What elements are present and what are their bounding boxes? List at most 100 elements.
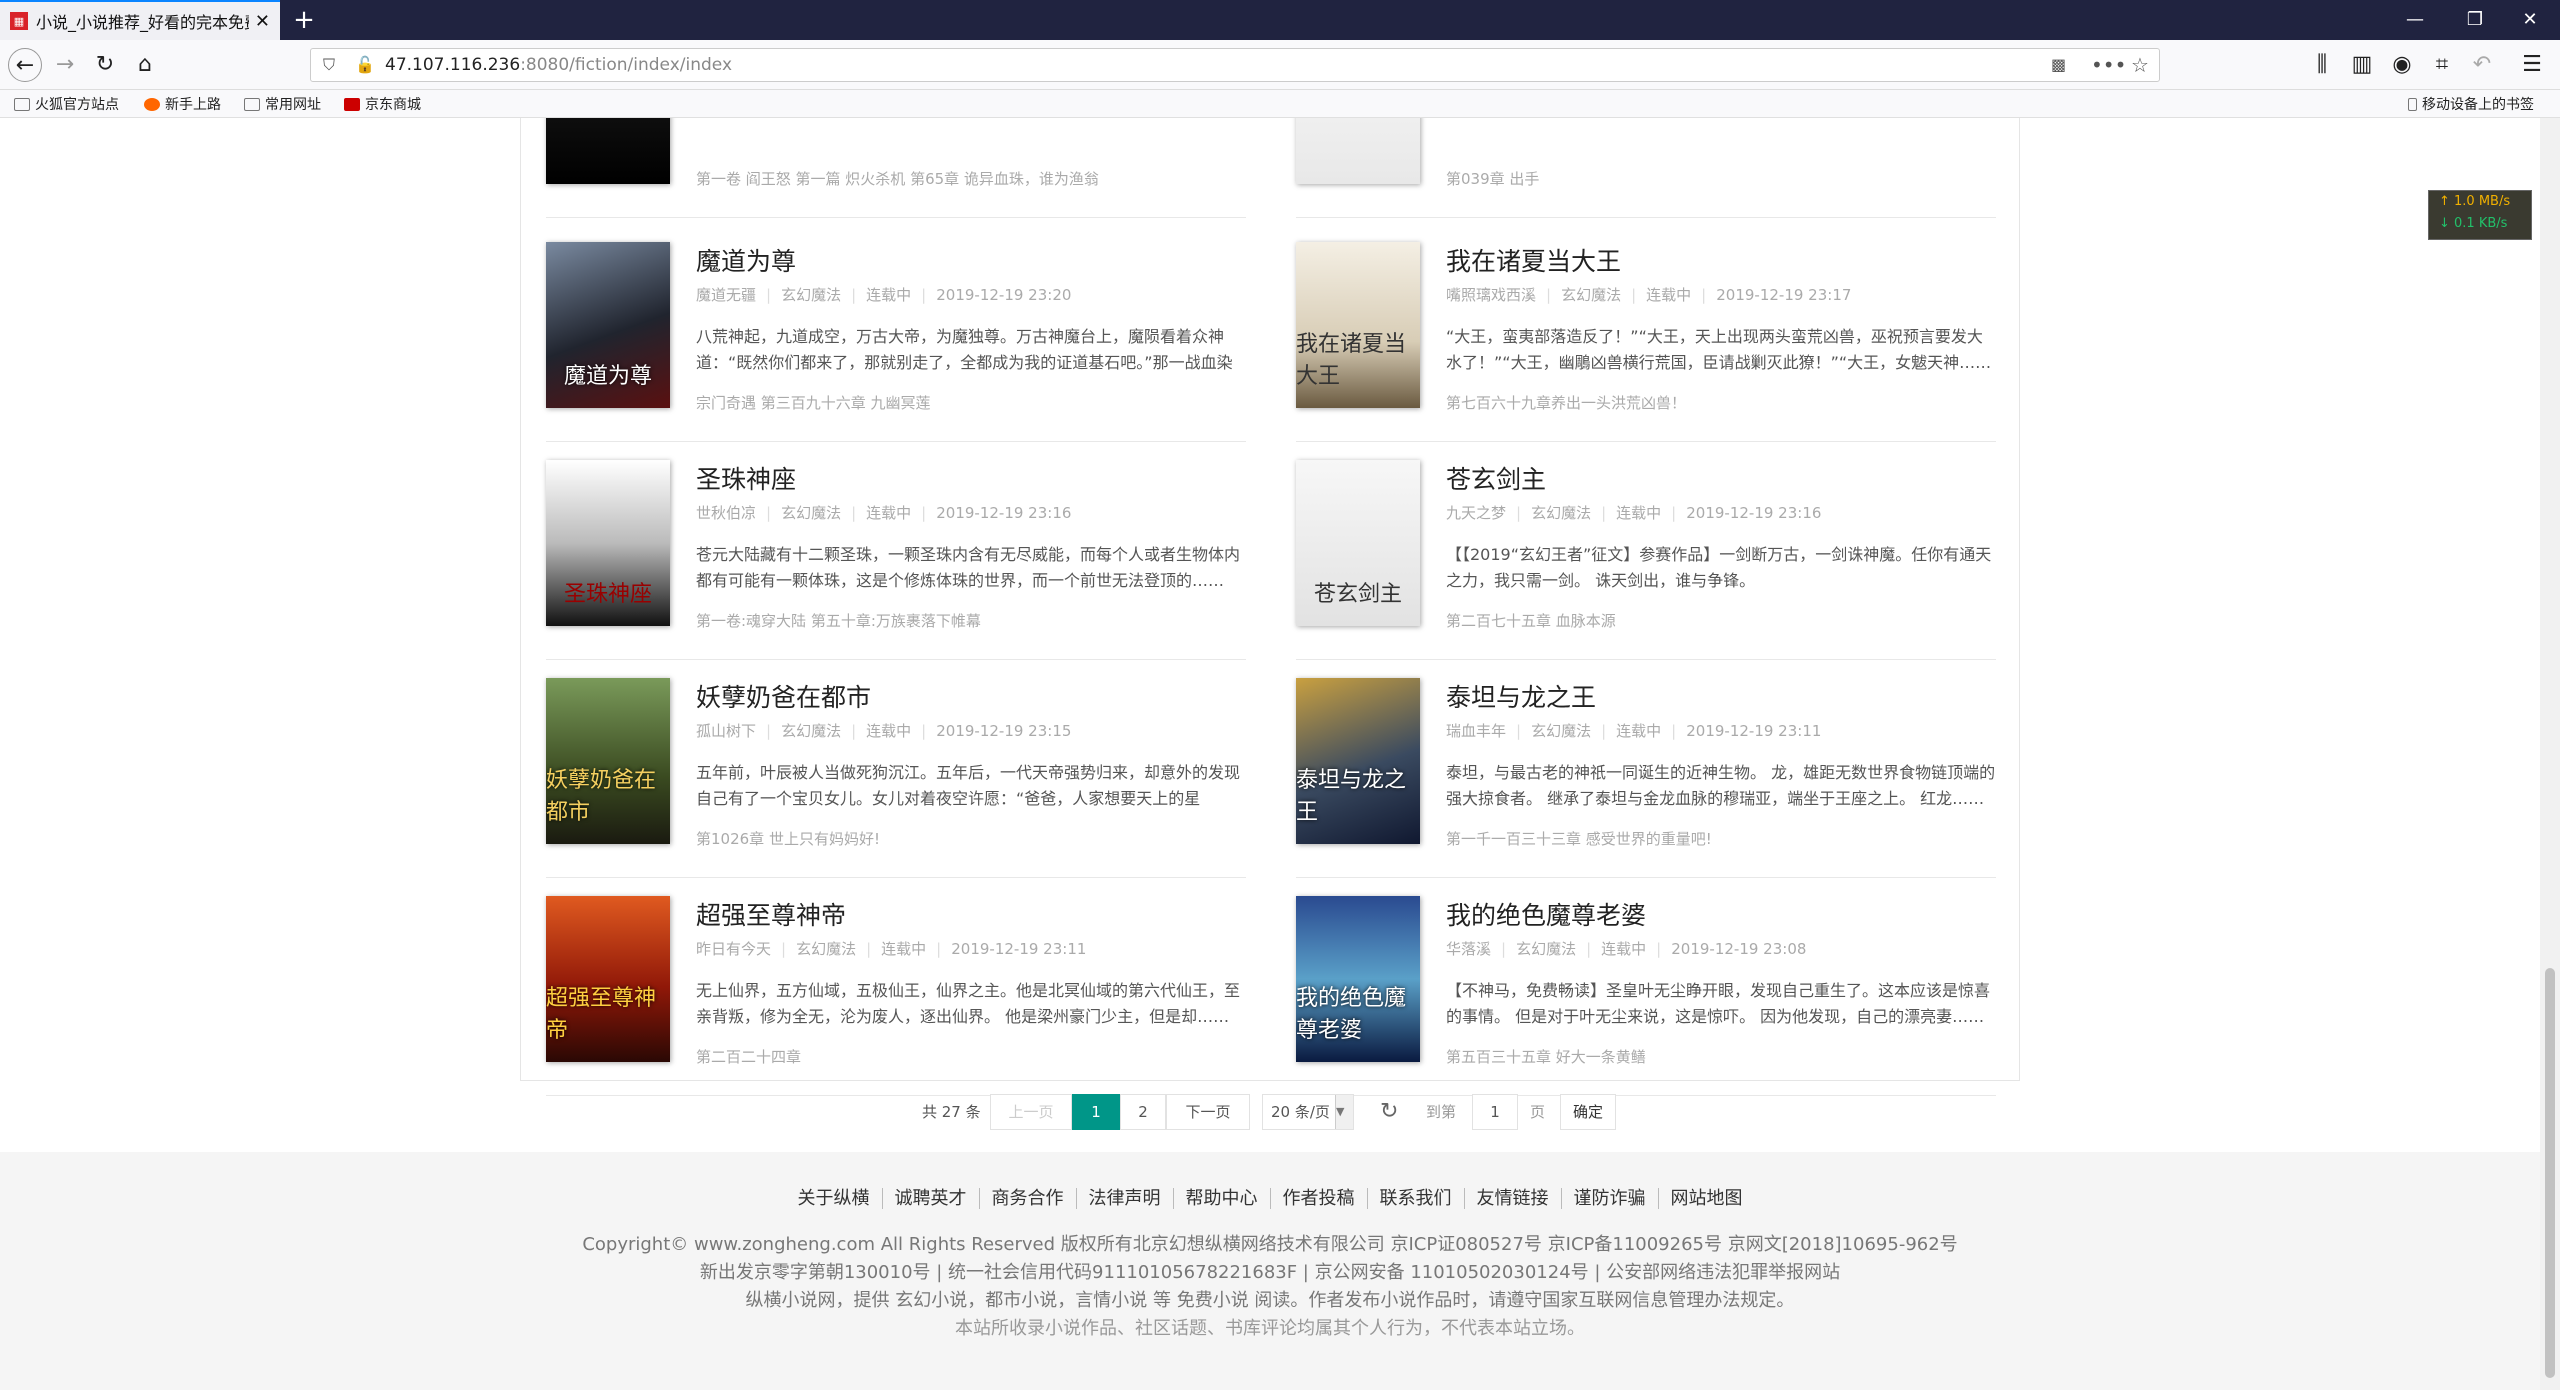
back-button[interactable]: ← <box>8 48 42 82</box>
prev-page-button[interactable]: 上一页 <box>990 1094 1072 1130</box>
book-cover[interactable]: 我的绝色魔尊老婆 <box>1296 896 1420 1062</box>
bookmark-item[interactable]: 新手上路 <box>144 94 221 114</box>
book-cover[interactable]: 魔道为尊 <box>546 242 670 408</box>
book-category[interactable]: 玄幻魔法 <box>796 940 856 958</box>
sidebar-icon[interactable]: ▥ <box>2345 48 2379 82</box>
next-page-button[interactable]: 下一页 <box>1166 1094 1250 1130</box>
book-author[interactable]: 九天之梦 <box>1446 504 1506 522</box>
page-1-button[interactable]: 1 <box>1072 1094 1120 1130</box>
book-author[interactable]: 孤山树下 <box>696 722 756 740</box>
book-title[interactable]: 魔道为尊 <box>696 242 796 278</box>
book-item: 我在诸夏当大王 我在诸夏当大王 嘴照璃戏西溪 | 玄幻魔法 | 连载中 | 2019-12-… <box>1296 242 1996 442</box>
book-meta: 瑞血丰年 | 玄幻魔法 | 连载中 | 2019-12-19 23:11 <box>1446 722 1822 740</box>
bookmark-item[interactable]: 火狐官方站点 <box>14 94 119 114</box>
confirm-goto-button[interactable]: 确定 <box>1560 1094 1616 1130</box>
page-scrollbar[interactable] <box>2540 118 2560 1390</box>
book-author[interactable]: 华落溪 <box>1446 940 1491 958</box>
footer-link[interactable]: 联系我们 <box>1367 1188 1465 1209</box>
book-category[interactable]: 玄幻魔法 <box>1531 504 1591 522</box>
latest-chapter[interactable]: 第五百三十五章 好大一条黄鳝 <box>1446 1046 1646 1067</box>
footer-link[interactable]: 法律声明 <box>1076 1188 1174 1209</box>
footer-link[interactable]: 帮助中心 <box>1173 1188 1271 1209</box>
book-cover[interactable]: 我在诸夏当大王 <box>1296 242 1420 408</box>
account-icon[interactable]: ◉ <box>2385 48 2419 82</box>
goto-page-input[interactable]: 1 <box>1472 1094 1518 1130</box>
book-category[interactable]: 玄幻魔法 <box>781 286 841 304</box>
book-cover[interactable] <box>546 118 670 184</box>
footer-link[interactable]: 网站地图 <box>1659 1188 1755 1209</box>
book-author[interactable]: 昨日有今天 <box>696 940 771 958</box>
book-category[interactable]: 玄幻魔法 <box>1561 286 1621 304</box>
refresh-icon[interactable]: ↻ <box>1380 1094 1398 1130</box>
latest-chapter[interactable]: 第二百七十五章 血脉本源 <box>1446 610 1616 631</box>
minimize-window-button[interactable]: — <box>2385 0 2445 40</box>
latest-chapter[interactable]: 第1026章 世上只有妈妈好! <box>696 828 880 849</box>
undo-icon[interactable]: ↶ <box>2465 48 2499 82</box>
book-title[interactable]: 泰坦与龙之王 <box>1446 678 1596 714</box>
book-title[interactable]: 妖孽奶爸在都市 <box>696 678 871 714</box>
bookmark-item[interactable]: 京东商城 <box>344 94 421 114</box>
footer-link[interactable]: 谨防诈骗 <box>1561 1188 1659 1209</box>
book-update-time: 2019-12-19 23:08 <box>1671 940 1807 958</box>
latest-chapter[interactable]: 第一卷 阎王怒 第一篇 炽火杀机 第65章 诡异血珠，谁为渔翁 <box>696 168 1099 189</box>
book-title[interactable]: 我的绝色魔尊老婆 <box>1446 896 1646 932</box>
qr-code-icon[interactable]: ▩ <box>2051 49 2066 81</box>
book-cover[interactable]: 超强至尊神帝 <box>546 896 670 1062</box>
close-window-button[interactable]: ✕ <box>2500 0 2560 40</box>
footer-link[interactable]: 商务合作 <box>979 1188 1077 1209</box>
page-size-select[interactable]: 20 条/页 ▼ <box>1262 1094 1354 1130</box>
footer-link[interactable]: 关于纵横 <box>785 1188 883 1209</box>
bookmark-star-icon[interactable]: ☆ <box>2131 49 2149 81</box>
new-tab-button[interactable]: + <box>288 4 320 36</box>
book-category[interactable]: 玄幻魔法 <box>1531 722 1591 740</box>
book-description: 泰坦，与最古老的神祇一同诞生的近神生物。 龙，雄距无数世界食物链顶端的强大掠食者… <box>1446 763 1996 808</box>
bookmark-item[interactable]: 常用网址 <box>244 94 321 114</box>
page-2-button[interactable]: 2 <box>1120 1094 1166 1130</box>
chevron-down-icon: ▼ <box>1335 1095 1353 1129</box>
latest-chapter[interactable]: 宗门奇遇 第三百九十六章 九幽冥莲 <box>696 392 931 413</box>
book-category[interactable]: 玄幻魔法 <box>781 504 841 522</box>
book-title[interactable]: 圣珠神座 <box>696 460 796 496</box>
latest-chapter[interactable]: 第一千一百三十三章 感受世界的重量吧! <box>1446 828 1712 849</box>
latest-chapter[interactable]: 第一卷:魂穿大陆 第五十章:万族裹落下帷幕 <box>696 610 981 631</box>
book-title[interactable]: 苍玄剑主 <box>1446 460 1546 496</box>
browser-tab-active[interactable]: ▦ 小说_小说推荐_好看的完本免费 ✕ <box>0 0 280 40</box>
latest-chapter[interactable]: 第039章 出手 <box>1446 168 1539 189</box>
scrollbar-thumb[interactable] <box>2545 968 2555 1378</box>
footer-link[interactable]: 友情链接 <box>1464 1188 1562 1209</box>
restore-window-button[interactable]: ❐ <box>2445 0 2505 40</box>
book-category[interactable]: 玄幻魔法 <box>1516 940 1576 958</box>
book-item-partial: 第039章 出手 <box>1296 118 1996 218</box>
book-cover[interactable]: 泰坦与龙之王 <box>1296 678 1420 844</box>
book-author[interactable]: 瑞血丰年 <box>1446 722 1506 740</box>
book-author[interactable]: 嘴照璃戏西溪 <box>1446 286 1536 304</box>
shield-icon[interactable]: ⛉ <box>323 49 335 81</box>
book-title[interactable]: 我在诸夏当大王 <box>1446 242 1621 278</box>
menu-icon[interactable]: ☰ <box>2515 48 2549 82</box>
insecure-lock-icon[interactable]: 🔓 <box>355 49 375 81</box>
book-status: 连载中 <box>1601 940 1647 958</box>
book-author[interactable]: 魔道无疆 <box>696 286 756 304</box>
download-speed: ↓ 0.1 KB/s <box>2439 216 2508 231</box>
book-cover[interactable]: 苍玄剑主 <box>1296 460 1420 626</box>
book-cover[interactable] <box>1296 118 1420 184</box>
footer-link[interactable]: 作者投稿 <box>1270 1188 1368 1209</box>
screenshot-icon[interactable]: ⌗ <box>2425 48 2459 82</box>
close-tab-icon[interactable]: ✕ <box>255 11 270 32</box>
book-cover[interactable]: 圣珠神座 <box>546 460 670 626</box>
book-cover[interactable]: 妖孽奶爸在都市 <box>546 678 670 844</box>
book-author[interactable]: 世秋伯凉 <box>696 504 756 522</box>
url-bar[interactable]: ⛉ 🔓 47.107.116.236:8080/fiction/index/in… <box>310 48 2160 82</box>
footer-link[interactable]: 诚聘英才 <box>882 1188 980 1209</box>
library-icon[interactable]: ⫼ <box>2305 48 2339 82</box>
home-button[interactable]: ⌂ <box>128 48 162 82</box>
book-title[interactable]: 超强至尊神帝 <box>696 896 846 932</box>
forward-button[interactable]: → <box>48 48 82 82</box>
page-actions-icon[interactable]: ••• <box>2091 49 2126 81</box>
latest-chapter[interactable]: 第二百二十四章 <box>696 1046 801 1067</box>
reload-button[interactable]: ↻ <box>88 48 122 82</box>
mobile-bookmarks[interactable]: 移动设备上的书签 <box>2408 94 2534 114</box>
book-item: 我的绝色魔尊老婆 我的绝色魔尊老婆 华落溪 | 玄幻魔法 | 连载中 | 2019-12-1… <box>1296 896 1996 1096</box>
latest-chapter[interactable]: 第七百六十九章养出一头洪荒凶兽！ <box>1446 392 1686 413</box>
book-category[interactable]: 玄幻魔法 <box>781 722 841 740</box>
